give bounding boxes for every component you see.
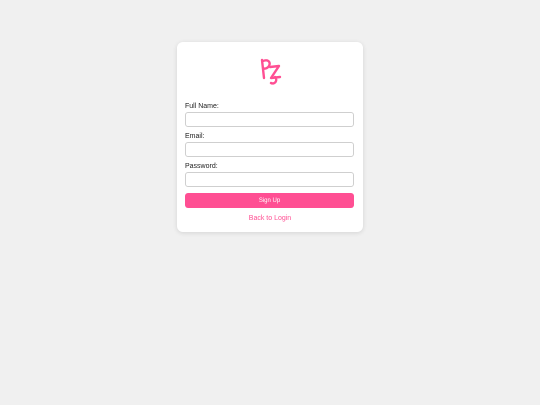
full-name-input[interactable]	[185, 112, 354, 127]
back-to-login-link[interactable]: Back to Login	[177, 215, 363, 222]
email-label: Email:	[185, 133, 205, 140]
password-label: Password:	[185, 163, 218, 170]
signup-card: Full Name: Email: Password: Sign Up Back…	[177, 42, 363, 232]
email-input[interactable]	[185, 142, 354, 157]
full-name-label: Full Name:	[185, 103, 219, 110]
pz-logo-icon	[260, 58, 282, 85]
sign-up-button[interactable]: Sign Up	[185, 193, 354, 208]
password-input[interactable]	[185, 172, 354, 187]
